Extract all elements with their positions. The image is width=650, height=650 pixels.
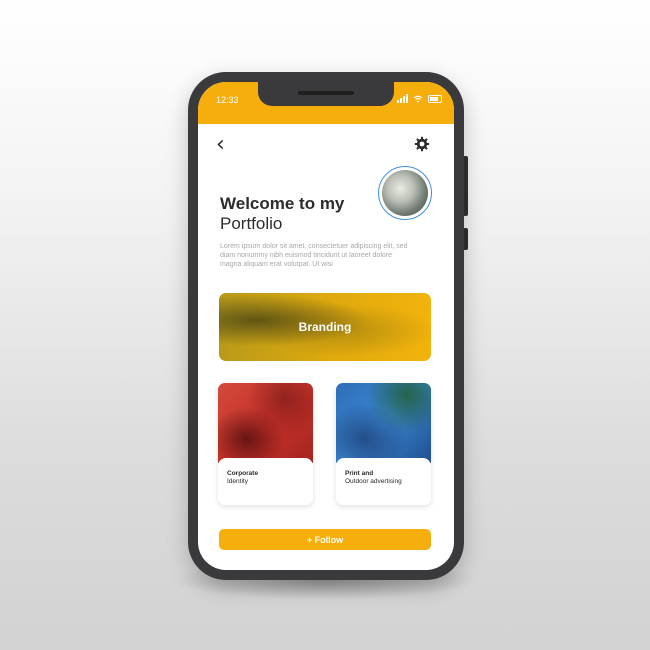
card-subtitle: Identity [227, 478, 248, 485]
page-title: Welcome to my Portfolio [220, 194, 370, 234]
portfolio-card-corporate[interactable]: Corporate Identity [218, 383, 313, 505]
branding-card[interactable]: Branding [219, 293, 431, 361]
chevron-left-icon[interactable]: ‹ [216, 134, 225, 156]
portfolio-card-print[interactable]: Print and Outdoor advertising [336, 383, 431, 505]
battery-icon [428, 95, 442, 103]
follow-button[interactable]: + Follow [219, 529, 431, 550]
status-time: 12:33 [216, 95, 239, 105]
avatar[interactable] [378, 166, 432, 220]
gear-icon[interactable] [414, 136, 430, 152]
card-body: Print and Outdoor advertising [336, 458, 431, 505]
title-regular-line: Portfolio [220, 214, 283, 233]
title-bold-line: Welcome to my [220, 194, 345, 213]
signal-icon [397, 94, 408, 103]
card-title: Corporate [227, 470, 259, 477]
profile-description: Lorem ipsum dolor sit amet, consectetuer… [220, 243, 408, 268]
speaker-grille [298, 91, 354, 95]
card-subtitle: Outdoor advertising [345, 478, 402, 485]
card-body: Corporate Identity [218, 458, 313, 505]
card-image [218, 383, 313, 463]
branding-label: Branding [298, 320, 352, 334]
phone-screen: 12:33 ‹ Welcome to my Portfolio Lorem ip… [198, 82, 454, 570]
card-title: Print and [345, 470, 374, 477]
avatar-photo [382, 170, 428, 216]
card-image [336, 383, 431, 463]
status-icons [397, 94, 442, 103]
wifi-icon [413, 95, 423, 103]
